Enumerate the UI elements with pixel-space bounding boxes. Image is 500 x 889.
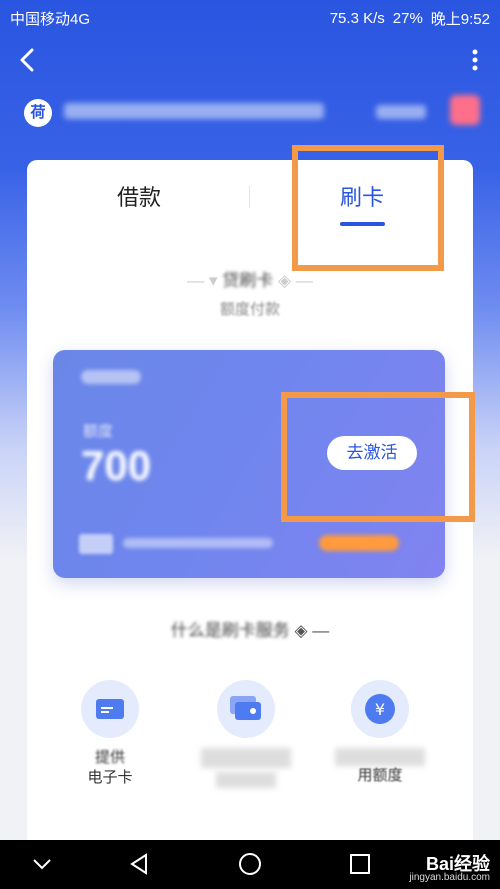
back-triangle-icon[interactable] <box>128 852 152 876</box>
tab-divider <box>249 186 250 208</box>
more-vertical-icon[interactable] <box>470 48 480 72</box>
svg-text:¥: ¥ <box>375 700 385 719</box>
section-subtitle: 额度付款 <box>219 301 280 318</box>
feature-item[interactable] <box>191 680 301 788</box>
blurred-user-info <box>64 103 324 119</box>
card-tag <box>319 535 399 551</box>
card-brand <box>81 370 141 384</box>
back-arrow-icon[interactable] <box>14 46 42 74</box>
feature-label <box>191 748 301 788</box>
app-logo: 荷 <box>24 99 52 127</box>
avatar[interactable] <box>450 95 480 125</box>
feature-label: 提供 电子卡 <box>87 749 133 786</box>
credit-limit-label: 额度 <box>83 423 114 440</box>
feature-label: 用额度 <box>325 748 435 786</box>
home-circle-icon[interactable] <box>238 852 262 876</box>
carrier-label: 中国移动4G <box>10 10 91 28</box>
clock: 晚上9:52 <box>430 10 490 28</box>
yen-icon: ¥ <box>351 680 409 738</box>
chip-icon <box>79 534 113 554</box>
nav-bar <box>0 38 500 82</box>
tab-borrow[interactable]: 借款 <box>117 180 161 212</box>
status-bar: 中国移动4G 75.3 K/s 27% 晚上9:52 <box>0 0 500 36</box>
card-number <box>123 538 273 548</box>
user-bar: 荷 <box>24 95 484 135</box>
card-stack-icon <box>217 680 275 738</box>
hide-keyboard-icon[interactable] <box>28 852 56 876</box>
card-icon <box>81 680 139 738</box>
highlight-box-tab <box>292 145 444 271</box>
credit-limit-amount: 700 <box>81 442 152 489</box>
section-title-what: 什么是刷卡服务 ◈ — <box>170 621 330 640</box>
recent-apps-icon[interactable] <box>348 852 372 876</box>
network-speed: 75.3 K/s <box>329 9 385 27</box>
battery-level: 27% <box>392 9 423 27</box>
card-footer <box>79 532 419 556</box>
blurred-user-tag <box>376 105 426 119</box>
feature-item[interactable]: ¥ 用额度 <box>325 680 435 786</box>
feature-item[interactable]: 提供 电子卡 <box>55 680 165 788</box>
watermark-url: jingyan.baidu.com <box>409 872 490 883</box>
highlight-box-activate <box>281 392 475 522</box>
